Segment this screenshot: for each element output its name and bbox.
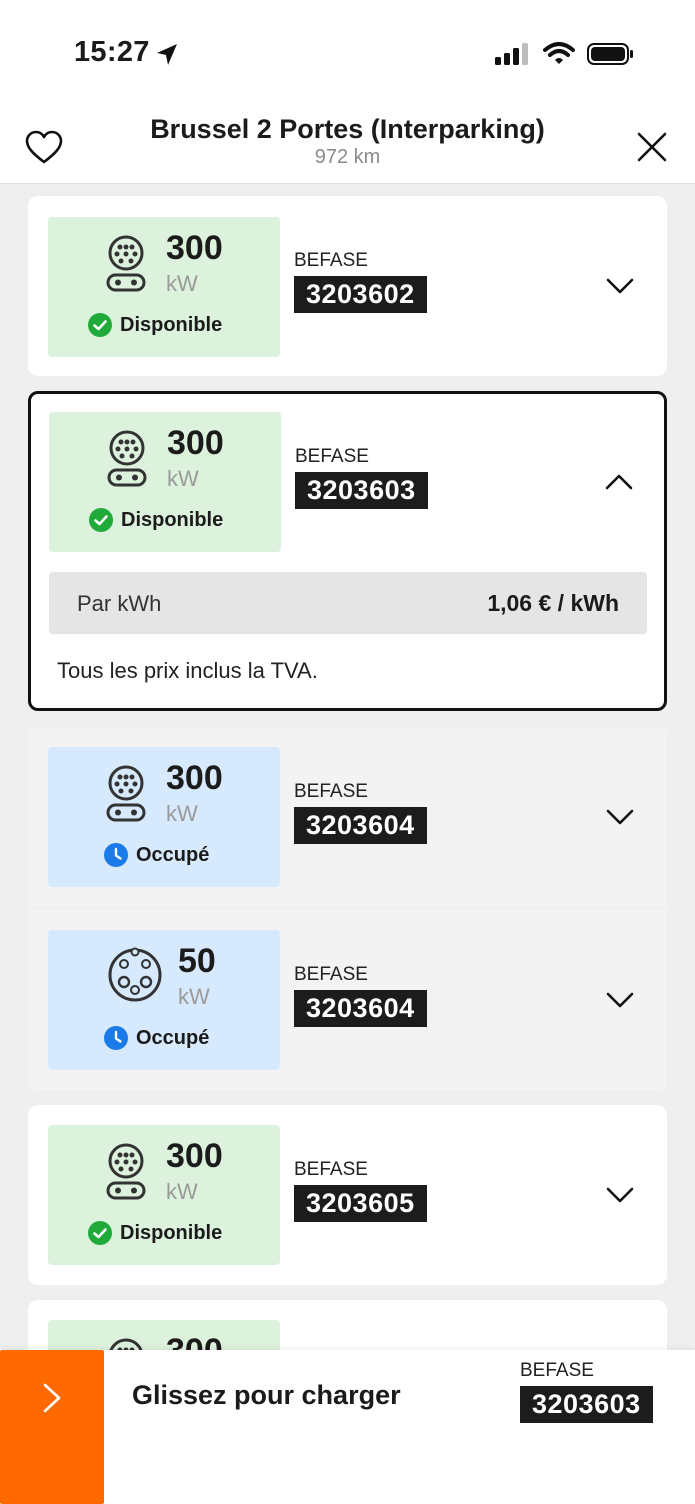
station-header: Brussel 2 Portes (Interparking) 972 km — [0, 100, 695, 184]
connector-card[interactable]: 300 kW Disponible BEFASE 3203602 — [28, 196, 667, 376]
evse-id: 3203603 — [295, 472, 428, 509]
chevron-up-icon[interactable] — [604, 472, 634, 492]
type2-plug-icon — [108, 947, 162, 1002]
connector-status: Occupé — [104, 1026, 209, 1050]
connector-power: 300 — [167, 424, 224, 462]
chevron-down-icon[interactable] — [605, 807, 635, 827]
operator-name: BEFASE — [295, 446, 369, 467]
connector-card[interactable]: 300 — [28, 1300, 667, 1350]
status-label: Occupé — [136, 843, 210, 866]
check-circle-icon — [88, 1221, 112, 1245]
location-arrow-icon — [157, 44, 177, 65]
connector-status: Disponible — [89, 508, 223, 532]
status-label: Occupé — [136, 1026, 210, 1049]
ccs-plug-icon — [107, 430, 147, 487]
connector-status: Disponible — [88, 1221, 222, 1245]
battery-icon — [587, 43, 633, 65]
connector-power: 300 — [166, 229, 223, 267]
slide-to-charge-bar: Glissez pour charger BEFASE 3203603 — [0, 1350, 695, 1504]
evse-id: 3203604 — [294, 807, 427, 844]
status-time: 15:27 — [74, 36, 150, 68]
connector-status: Disponible — [88, 313, 222, 337]
status-bar: 15:27 — [0, 0, 695, 100]
operator-name: BEFASE — [294, 964, 368, 985]
connector-card[interactable]: 50 kW Occupé BEFASE 3203604 — [28, 910, 667, 1090]
connector-unit: kW — [167, 466, 199, 491]
evse-id: 3203602 — [294, 276, 427, 313]
chevron-down-icon[interactable] — [605, 990, 635, 1010]
wifi-icon — [543, 42, 575, 64]
operator-name: BEFASE — [294, 781, 368, 802]
price-label: Par kWh — [77, 591, 162, 616]
price-value: 1,06 € / kWh — [487, 590, 619, 616]
evse-id: 3203605 — [294, 1185, 427, 1222]
connector-power: 300 — [166, 1137, 223, 1175]
connector-badge: 300 kW Disponible — [49, 412, 281, 552]
status-label: Disponible — [120, 313, 223, 336]
selected-operator-name: BEFASE — [520, 1360, 594, 1381]
operator-name: BEFASE — [294, 1159, 368, 1180]
connector-unit: kW — [178, 984, 210, 1009]
station-title: Brussel 2 Portes (Interparking) — [150, 114, 545, 144]
connector-status: Occupé — [104, 843, 209, 867]
ccs-plug-icon — [109, 1338, 143, 1350]
connector-power: 50 — [178, 942, 216, 980]
connector-badge: 300 — [48, 1320, 280, 1350]
connector-badge: 300 kW Occupé — [48, 747, 280, 887]
chevron-down-icon[interactable] — [605, 276, 635, 296]
price-row: Par kWh 1,06 € / kWh — [49, 572, 647, 634]
connector-unit: kW — [166, 801, 198, 826]
connector-badge: 300 kW Disponible — [48, 217, 280, 357]
operator-name: BEFASE — [294, 250, 368, 271]
connector-unit: kW — [166, 271, 198, 296]
connector-power: 300 — [166, 1332, 223, 1350]
check-circle-icon — [88, 313, 112, 337]
ccs-plug-icon — [106, 765, 146, 822]
vat-note: Tous les prix inclus la TVA. — [57, 658, 318, 683]
station-distance: 972 km — [314, 146, 381, 168]
cellular-signal-icon — [495, 43, 528, 65]
status-label: Disponible — [120, 1221, 223, 1244]
slide-handle[interactable] — [0, 1350, 104, 1504]
chevron-down-icon[interactable] — [605, 1185, 635, 1205]
slide-label: Glissez pour charger — [132, 1380, 401, 1410]
selected-evse-id: 3203603 — [520, 1386, 653, 1423]
connector-card[interactable]: 300 kW Disponible BEFASE 3203605 — [28, 1105, 667, 1285]
connector-unit: kW — [166, 1179, 198, 1204]
connector-card-selected[interactable]: 300 kW Disponible BEFASE 3203603 Par kWh… — [28, 391, 667, 711]
connector-card[interactable]: 300 kW Occupé BEFASE 3203604 — [28, 727, 667, 907]
clock-icon — [104, 843, 128, 867]
check-circle-icon — [89, 508, 113, 532]
connector-list[interactable]: 300 kW Disponible BEFASE 3203602 300 kW … — [0, 184, 695, 1350]
connector-power: 300 — [166, 759, 223, 797]
status-label: Disponible — [121, 508, 224, 531]
status-icons — [495, 42, 635, 66]
ccs-plug-icon — [106, 1143, 146, 1200]
clock-icon — [104, 1026, 128, 1050]
close-icon[interactable] — [635, 130, 669, 164]
connector-badge: 50 kW Occupé — [48, 930, 280, 1070]
connector-badge: 300 kW Disponible — [48, 1125, 280, 1265]
chevron-right-icon — [43, 1383, 61, 1413]
evse-id: 3203604 — [294, 990, 427, 1027]
ccs-plug-icon — [106, 235, 146, 292]
